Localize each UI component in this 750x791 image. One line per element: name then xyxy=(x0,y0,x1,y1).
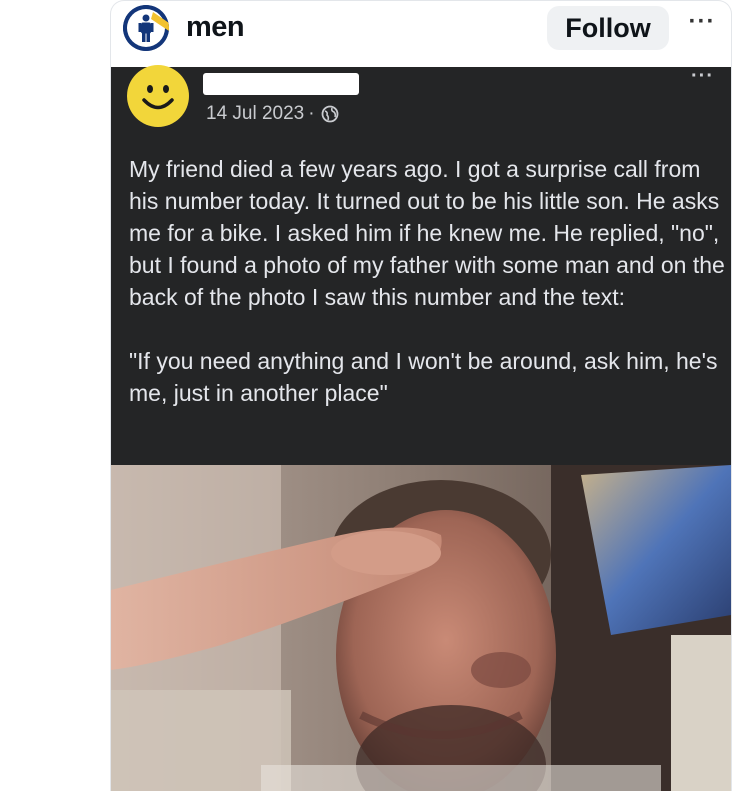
embedded-screenshot: 14 Jul 2023 · ··· My friend died a few y… xyxy=(111,65,731,791)
post-paragraph-1: My friend died a few years ago. I got a … xyxy=(129,156,725,310)
meta-separator: · xyxy=(308,103,315,124)
post-card: men Follow ··· 14 Jul 2023 · ··· My frie… xyxy=(110,0,732,791)
more-options-icon[interactable]: ··· xyxy=(685,9,719,43)
post-meta: 14 Jul 2023 · xyxy=(206,103,339,125)
globe-icon xyxy=(321,105,339,123)
page: men Follow ··· 14 Jul 2023 · ··· My frie… xyxy=(0,0,750,791)
post-paragraph-2: "If you need anything and I won't be aro… xyxy=(129,348,718,406)
embedded-more-icon: ··· xyxy=(691,65,714,87)
smiley-face-icon xyxy=(125,63,191,129)
post-body: My friend died a few years ago. I got a … xyxy=(129,153,725,409)
redacted-name-bar xyxy=(203,73,359,95)
account-avatar[interactable] xyxy=(123,5,169,51)
post-header: men Follow ··· xyxy=(111,1,731,63)
post-date: 14 Jul 2023 xyxy=(206,103,305,124)
account-name[interactable]: men xyxy=(186,11,245,44)
post-photo[interactable] xyxy=(111,465,731,791)
follow-button[interactable]: Follow xyxy=(547,6,669,50)
